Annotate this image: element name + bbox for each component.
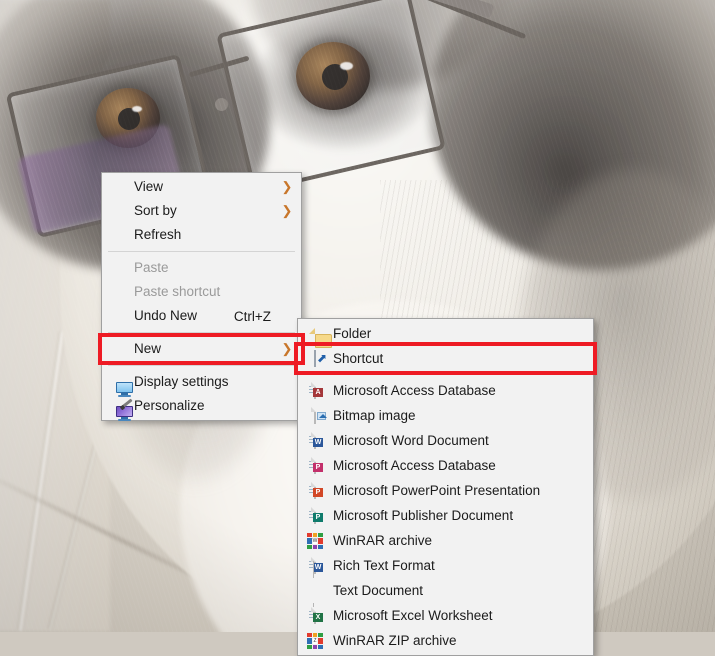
new-menu-item-icon [298, 561, 332, 620]
menu-item-label: Paste [134, 260, 169, 275]
new-menu-item-icon: P [298, 453, 332, 478]
menu-item-icon [102, 337, 130, 361]
new-menu-item-label: WinRAR archive [333, 533, 433, 548]
new-menu-item-icon: W [298, 428, 332, 453]
new-menu-item-icon [298, 403, 332, 428]
menu-item-icon [102, 175, 130, 199]
new-menu-item-microsoft-publisher-document[interactable]: P Microsoft Publisher Document [298, 503, 593, 528]
new-menu-item-label: Rich Text Format [333, 558, 435, 573]
new-menu-item-icon: P [298, 478, 332, 503]
menu-item-paste-shortcut: Paste shortcut [102, 280, 301, 304]
new-menu-item-icon: A [298, 378, 332, 403]
new-menu-item-winrar-archive[interactable]: W WinRAR archive [298, 528, 593, 553]
shortcut-icon: ⬈ [314, 350, 327, 367]
menu-item-personalize[interactable]: Personalize [102, 394, 301, 421]
menu-item-icon [102, 280, 130, 304]
menu-item-label: View [134, 179, 164, 194]
menu-item-view[interactable]: View ❯ [102, 175, 301, 199]
menu-item-new[interactable]: New ❯ [102, 337, 301, 361]
new-menu-item-label: Bitmap image [333, 408, 416, 423]
new-menu-item-icon: P [298, 503, 332, 528]
menu-separator [304, 374, 587, 375]
new-menu-item-label: Microsoft Access Database [333, 458, 496, 473]
new-menu-item-label: Microsoft Excel Worksheet [333, 608, 493, 623]
new-menu-item-folder[interactable]: Folder [298, 321, 593, 348]
menu-item-sort-by[interactable]: Sort by ❯ [102, 199, 301, 223]
new-submenu[interactable]: Folder ⬈ Shortcut A Microsoft Access Databas… [297, 318, 594, 656]
menu-item-label: Refresh [134, 227, 182, 242]
new-menu-item-icon [298, 321, 332, 348]
new-menu-item-microsoft-excel-worksheet[interactable]: X Microsoft Excel Worksheet [298, 603, 593, 628]
menu-item-refresh[interactable]: Refresh [102, 223, 301, 247]
new-menu-item-microsoft-access-database[interactable]: A Microsoft Access Database [298, 378, 593, 403]
desktop-context-menu[interactable]: View ❯ Sort by ❯ Refresh Paste Paste shortcut U… [101, 172, 302, 421]
new-menu-item-microsoft-word-document[interactable]: W Microsoft Word Document [298, 428, 593, 453]
menu-item-display-settings[interactable]: Display settings [102, 370, 301, 397]
menu-item-label: Sort by [134, 203, 177, 218]
winrar-icon: W [307, 532, 323, 549]
new-menu-item-label: Folder [333, 326, 372, 341]
menu-item-icon [102, 304, 130, 328]
menu-separator [108, 251, 295, 252]
new-menu-item-label: Microsoft Word Document [333, 433, 489, 448]
menu-item-undo-new[interactable]: Undo New Ctrl+Z [102, 304, 301, 328]
new-menu-item-label: Shortcut [333, 351, 384, 366]
menu-item-icon [102, 199, 130, 223]
new-menu-item-rich-text-format[interactable]: W Rich Text Format [298, 553, 593, 578]
menu-item-icon [102, 256, 130, 280]
new-menu-item-bitmap-image[interactable]: Bitmap image [298, 403, 593, 428]
menu-item-icon [102, 370, 133, 397]
new-menu-item-text-document[interactable]: Text Document [298, 561, 593, 620]
new-menu-item-label: Microsoft Publisher Document [333, 508, 514, 523]
menu-item-icon [102, 394, 133, 421]
menu-item-icon [102, 223, 130, 247]
menu-item-label: Personalize [134, 398, 205, 413]
powerpoint-icon: P [309, 482, 323, 499]
word-icon: W [309, 432, 323, 449]
menu-item-label: New [134, 341, 162, 356]
new-menu-item-icon: X [298, 603, 332, 628]
chevron-right-icon: ❯ [281, 341, 293, 356]
new-menu-item-microsoft-access-database[interactable]: P Microsoft Access Database [298, 453, 593, 478]
new-menu-item-icon: ⬈ [298, 346, 332, 371]
new-menu-item-shortcut[interactable]: ⬈ Shortcut [298, 346, 593, 371]
new-menu-item-label: Microsoft Access Database [333, 383, 496, 398]
publisher-icon: P [309, 507, 323, 524]
bitmap-icon [314, 407, 327, 424]
publisher-pink-icon: P [309, 457, 323, 474]
access-icon: A [309, 382, 323, 399]
menu-item-label: Undo New [134, 308, 198, 323]
new-menu-item-microsoft-powerpoint-presentation[interactable]: P Microsoft PowerPoint Presentation [298, 478, 593, 503]
new-menu-item-label: Text Document [333, 583, 424, 598]
new-menu-item-label: Microsoft PowerPoint Presentation [333, 483, 541, 498]
menu-separator [108, 365, 295, 366]
menu-item-shortcut-key: Ctrl+Z [233, 308, 271, 324]
excel-icon: X [309, 607, 323, 624]
menu-item-label: Display settings [134, 374, 229, 389]
winrar-zip-icon: Z [307, 632, 323, 649]
chevron-right-icon: ❯ [281, 203, 293, 218]
new-menu-item-icon: W [298, 528, 332, 553]
menu-item-paste: Paste [102, 256, 301, 280]
menu-item-label: Paste shortcut [134, 284, 221, 299]
chevron-right-icon: ❯ [281, 179, 293, 194]
menu-separator [108, 332, 295, 333]
